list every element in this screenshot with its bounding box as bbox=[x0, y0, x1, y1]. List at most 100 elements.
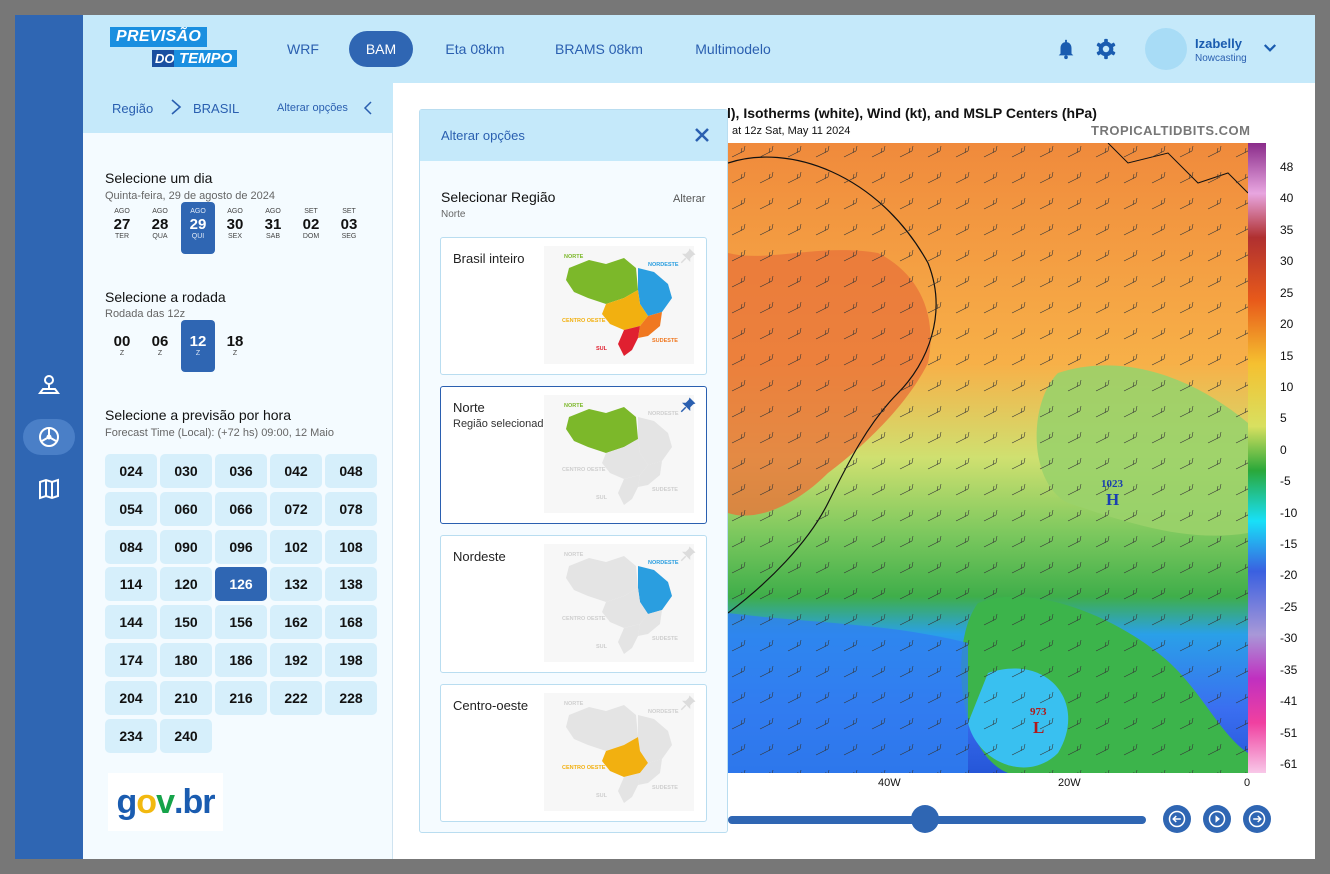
bell-icon[interactable] bbox=[1055, 38, 1077, 60]
forecast-hour-button[interactable]: 156 bbox=[215, 605, 267, 640]
region-card[interactable]: Norte Região selecionada NORTE NORDESTE … bbox=[440, 386, 707, 524]
day-option[interactable]: SET 02 DOM bbox=[294, 202, 328, 254]
govbr-g: g bbox=[116, 782, 138, 821]
alterar-region-link[interactable]: Alterar bbox=[673, 193, 705, 205]
forecast-hour-button[interactable]: 216 bbox=[215, 680, 267, 715]
forecast-hour-button[interactable]: 048 bbox=[325, 454, 377, 488]
day-weekday: SAB bbox=[265, 233, 280, 240]
region-card[interactable]: Brasil inteiro NORTE NORDESTE CENTRO OES… bbox=[440, 237, 707, 375]
forecast-hour-button[interactable]: 234 bbox=[105, 718, 157, 753]
next-arrow-icon[interactable] bbox=[1243, 805, 1271, 833]
day-option[interactable]: SET 03 SEG bbox=[332, 202, 366, 254]
previsao-do-tempo-logo[interactable]: PREVISÃO DO TEMPO bbox=[110, 27, 240, 73]
high-pressure-letter: H bbox=[1106, 490, 1119, 509]
avatar[interactable] bbox=[1145, 28, 1187, 70]
run-option[interactable]: 18 Z bbox=[218, 320, 252, 372]
forecast-hour-button[interactable]: 168 bbox=[325, 605, 377, 640]
forecast-hour-button[interactable]: 108 bbox=[325, 529, 377, 564]
tab-wrf[interactable]: WRF bbox=[273, 31, 333, 67]
play-icon[interactable] bbox=[1203, 805, 1231, 833]
tab-brams-08km[interactable]: BRAMS 08km bbox=[543, 31, 655, 67]
forecast-hour-button[interactable]: 162 bbox=[270, 605, 322, 640]
high-pressure-value: 1023 bbox=[1101, 478, 1124, 490]
forecast-hour-button[interactable]: 078 bbox=[325, 491, 377, 526]
region-card[interactable]: Centro-oeste NORTE NORDESTE CENTRO OESTE… bbox=[440, 684, 707, 822]
breadcrumb-root[interactable]: Região bbox=[112, 101, 153, 116]
tab-eta-08km[interactable]: Eta 08km bbox=[433, 31, 517, 67]
forecast-hour-button[interactable]: 114 bbox=[105, 567, 157, 602]
forecast-hour-button[interactable]: 198 bbox=[325, 643, 377, 677]
pin-icon[interactable] bbox=[679, 545, 697, 563]
forecast-hour-button[interactable]: 066 bbox=[215, 491, 267, 526]
forecast-hour-button[interactable]: 186 bbox=[215, 643, 267, 677]
chevron-down-icon[interactable] bbox=[1261, 39, 1283, 61]
alterar-opcoes-link[interactable]: Alterar opções bbox=[277, 102, 348, 114]
forecast-hour-button[interactable]: 102 bbox=[270, 529, 322, 564]
region-section-value: Norte bbox=[441, 209, 466, 220]
mini-label-sudeste: SUDESTE bbox=[652, 636, 678, 642]
gear-icon[interactable] bbox=[1095, 38, 1117, 60]
forecast-hour-button[interactable]: 030 bbox=[160, 454, 212, 488]
radar-icon[interactable] bbox=[23, 419, 75, 455]
day-option[interactable]: AGO 28 QUA bbox=[143, 202, 177, 254]
forecast-hour-button[interactable]: 240 bbox=[160, 718, 212, 753]
chevron-left-icon[interactable] bbox=[363, 100, 373, 119]
day-number: 02 bbox=[302, 216, 320, 233]
forecast-hour-button[interactable]: 054 bbox=[105, 491, 157, 526]
pin-icon[interactable] bbox=[679, 247, 697, 265]
day-option[interactable]: AGO 29 QUI bbox=[181, 202, 215, 254]
slider-handle[interactable] bbox=[911, 805, 939, 833]
govbr-r: r bbox=[202, 782, 215, 821]
forecast-hour-button[interactable]: 042 bbox=[270, 454, 322, 488]
forecast-hour-button[interactable]: 084 bbox=[105, 529, 157, 564]
map-icon[interactable] bbox=[23, 471, 75, 507]
location-icon[interactable] bbox=[23, 367, 75, 403]
day-option[interactable]: AGO 30 SEX bbox=[218, 202, 252, 254]
forecast-hour-button[interactable]: 096 bbox=[215, 529, 267, 564]
run-unit: Z bbox=[157, 350, 163, 357]
forecast-hour-button[interactable]: 138 bbox=[325, 567, 377, 602]
pin-icon[interactable] bbox=[679, 396, 697, 414]
chevron-right-icon bbox=[169, 98, 183, 119]
forecast-hour-button[interactable]: 120 bbox=[160, 567, 212, 602]
govbr-logo[interactable]: gov.br bbox=[108, 773, 223, 831]
x-label-0: 0 bbox=[1244, 777, 1251, 789]
close-icon[interactable] bbox=[694, 127, 710, 148]
tab-bam[interactable]: BAM bbox=[349, 31, 413, 67]
forecast-hour-button[interactable]: 072 bbox=[270, 491, 322, 526]
forecast-hour-button[interactable]: 192 bbox=[270, 643, 322, 677]
forecast-hour-button[interactable]: 204 bbox=[105, 680, 157, 715]
colorbar-tick-label: -20 bbox=[1280, 568, 1298, 583]
forecast-hour-button[interactable]: 024 bbox=[105, 454, 157, 488]
forecast-hour-button[interactable]: 060 bbox=[160, 491, 212, 526]
colorbar-tick-label: -5 bbox=[1280, 474, 1291, 489]
forecast-hour-button[interactable]: 150 bbox=[160, 605, 212, 640]
run-option[interactable]: 00 Z bbox=[105, 320, 139, 372]
region-card[interactable]: Nordeste NORTE NORDESTE CENTRO OESTE SUD… bbox=[440, 535, 707, 673]
breadcrumb: Região BRASIL Alterar opções bbox=[83, 83, 393, 133]
forecast-hour-button[interactable]: 126 bbox=[215, 567, 267, 602]
forecast-map-image[interactable]: 1023 H 973 L bbox=[728, 143, 1248, 773]
run-option[interactable]: 12 Z bbox=[181, 320, 215, 372]
forecast-hour-button[interactable]: 090 bbox=[160, 529, 212, 564]
pin-icon[interactable] bbox=[679, 694, 697, 712]
forecast-hour-button[interactable]: 036 bbox=[215, 454, 267, 488]
run-option[interactable]: 06 Z bbox=[143, 320, 177, 372]
govbr-b: b bbox=[182, 782, 203, 821]
day-option[interactable]: AGO 31 SAB bbox=[256, 202, 290, 254]
day-month: AGO bbox=[227, 208, 243, 215]
forecast-hour-button[interactable]: 210 bbox=[160, 680, 212, 715]
colorbar-tick-label: 10 bbox=[1280, 379, 1294, 394]
day-option[interactable]: AGO 27 TER bbox=[105, 202, 139, 254]
forecast-hour-button[interactable]: 174 bbox=[105, 643, 157, 677]
forecast-hour-button[interactable]: 132 bbox=[270, 567, 322, 602]
forecast-hour-button[interactable]: 228 bbox=[325, 680, 377, 715]
forecast-hour-button[interactable]: 144 bbox=[105, 605, 157, 640]
tab-multimodelo[interactable]: Multimodelo bbox=[681, 31, 785, 67]
previous-arrow-icon[interactable] bbox=[1163, 805, 1191, 833]
colorbar-tick-label: 15 bbox=[1280, 348, 1294, 363]
day-weekday: QUA bbox=[152, 233, 168, 240]
forecast-hour-button[interactable]: 180 bbox=[160, 643, 212, 677]
run-section-title: Selecione a rodada bbox=[105, 289, 226, 305]
forecast-hour-button[interactable]: 222 bbox=[270, 680, 322, 715]
